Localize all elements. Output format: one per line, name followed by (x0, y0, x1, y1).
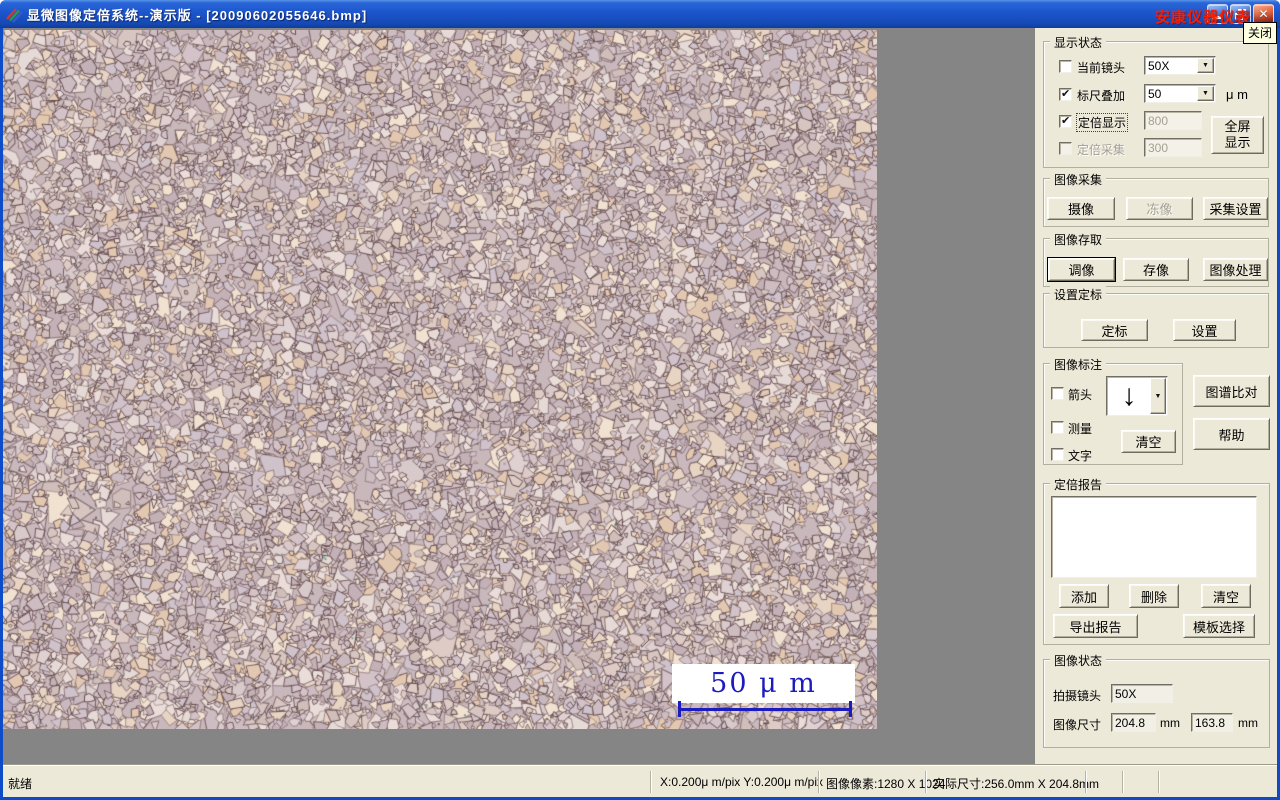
group-annotation: 图像标注 箭头 ↓ ▼ 测量 清空 文字 (1043, 356, 1183, 465)
calibration-set-button[interactable]: 设置 (1173, 319, 1236, 341)
fixed-capture-checkbox (1059, 142, 1072, 155)
group-title: 定倍报告 (1050, 476, 1107, 493)
chevron-down-icon[interactable]: ▼ (1150, 378, 1166, 414)
scale-bar-label-box: 50 μ m (672, 664, 855, 703)
freeze-button: 冻像 (1126, 197, 1193, 220)
measure-annotation-checkbox[interactable] (1051, 421, 1064, 434)
group-title: 图像采集 (1050, 171, 1107, 188)
image-viewport: 50 μ m (3, 28, 1035, 765)
capture-settings-button[interactable]: 采集设置 (1203, 197, 1268, 220)
report-template-button[interactable]: 模板选择 (1183, 614, 1255, 638)
help-button[interactable]: 帮助 (1193, 418, 1270, 450)
group-title: 图像存取 (1050, 231, 1107, 248)
app-window: 显微图像定倍系统--演示版 - [20090602055646.bmp] ✕ 安… (0, 0, 1280, 800)
report-delete-button[interactable]: 删除 (1129, 584, 1179, 608)
control-panel: 显示状态 当前镜头 50X ▼ 标尺叠加 50 ▼ μ m 定倍显示 800 定… (1035, 28, 1277, 765)
title-bar[interactable]: 显微图像定倍系统--演示版 - [20090602055646.bmp] ✕ (0, 0, 1280, 28)
group-title: 图像标注 (1050, 356, 1107, 373)
window-title: 显微图像定倍系统--演示版 - [20090602055646.bmp] (27, 7, 368, 23)
app-icon (6, 8, 23, 23)
close-tooltip: 关闭 (1243, 22, 1278, 44)
save-image-button[interactable]: 存像 (1123, 258, 1189, 281)
status-actual-size: 实际尺寸:256.0mm X 204.8mm (933, 777, 1100, 791)
group-display-status: 显示状态 当前镜头 50X ▼ 标尺叠加 50 ▼ μ m 定倍显示 800 定… (1043, 34, 1269, 168)
group-title: 设置定标 (1050, 286, 1107, 303)
chevron-down-icon[interactable]: ▼ (1197, 86, 1214, 101)
height-unit-label: mm (1238, 716, 1258, 730)
ruler-overlay-label[interactable]: 标尺叠加 (1077, 87, 1125, 104)
current-lens-checkbox[interactable] (1059, 60, 1072, 73)
lens-label: 拍摄镜头 (1053, 689, 1102, 703)
shoot-button[interactable]: 摄像 (1047, 197, 1115, 220)
load-image-button[interactable]: 调像 (1048, 258, 1115, 281)
fixed-display-input: 800 (1144, 111, 1202, 130)
close-button[interactable]: ✕ (1253, 4, 1274, 24)
close-icon: ✕ (1258, 7, 1269, 21)
fixed-display-checkbox[interactable] (1059, 114, 1072, 128)
minimize-button[interactable] (1207, 4, 1228, 24)
width-unit-label: mm (1160, 716, 1180, 730)
report-clear-button[interactable]: 清空 (1201, 584, 1251, 608)
status-ready: 就绪 (8, 777, 33, 791)
image-width-field[interactable]: 204.8 (1111, 713, 1156, 732)
status-image-pixels: 图像像素:1280 X 1024 (826, 777, 946, 791)
scale-bar-line (679, 708, 852, 711)
group-report: 定倍报告 添加 删除 清空 导出报告 模板选择 (1043, 476, 1270, 645)
fixed-display-label[interactable]: 定倍显示 (1075, 113, 1129, 132)
calibrate-button[interactable]: 定标 (1081, 319, 1148, 341)
ruler-value-combobox[interactable]: 50 ▼ (1144, 84, 1216, 103)
group-title: 显示状态 (1050, 34, 1107, 51)
ruler-overlay-checkbox[interactable] (1059, 87, 1072, 101)
fullscreen-button[interactable]: 全屏 显示 (1211, 116, 1264, 154)
status-pixel-scale: X:0.200μ m/pix Y:0.200μ m/pix (660, 775, 824, 789)
arrow-annotation-checkbox[interactable] (1051, 387, 1064, 400)
scale-bar-label: 50 μ m (710, 668, 817, 699)
image-height-field[interactable]: 163.8 (1191, 713, 1233, 732)
fixed-capture-input: 300 (1144, 138, 1202, 157)
fixed-capture-label: 定倍采集 (1077, 143, 1126, 157)
report-listbox[interactable] (1051, 496, 1257, 578)
clear-annotation-button[interactable]: 清空 (1121, 430, 1176, 453)
text-annotation-checkbox[interactable] (1051, 448, 1064, 461)
group-title: 图像状态 (1050, 652, 1107, 669)
group-capture: 图像采集 摄像 冻像 采集设置 (1043, 171, 1269, 227)
group-calibration: 设置定标 定标 设置 (1043, 286, 1269, 348)
restore-button[interactable] (1230, 4, 1251, 24)
group-image-status: 图像状态 拍摄镜头 50X 图像尺寸 204.8 mm 163.8 mm (1043, 652, 1270, 748)
report-export-button[interactable]: 导出报告 (1053, 614, 1138, 638)
lens-value-field[interactable]: 50X (1111, 684, 1173, 703)
arrow-style-icon: ↓ (1121, 379, 1137, 412)
status-bar: 就绪 X:0.200μ m/pix Y:0.200μ m/pix 图像像素:12… (3, 764, 1277, 797)
text-annotation-label[interactable]: 文字 (1068, 447, 1092, 464)
atlas-compare-button[interactable]: 图谱比对 (1193, 375, 1270, 407)
chevron-down-icon[interactable]: ▼ (1197, 58, 1214, 73)
current-lens-label[interactable]: 当前镜头 (1077, 59, 1125, 76)
report-add-button[interactable]: 添加 (1059, 584, 1109, 608)
image-size-label: 图像尺寸 (1053, 718, 1102, 732)
arrow-style-combobox[interactable]: ↓ ▼ (1106, 376, 1168, 416)
current-lens-combobox[interactable]: 50X ▼ (1144, 56, 1216, 75)
image-process-button[interactable]: 图像处理 (1203, 258, 1268, 281)
arrow-annotation-label[interactable]: 箭头 (1068, 386, 1092, 403)
group-storage: 图像存取 调像 存像 图像处理 (1043, 231, 1269, 287)
measure-annotation-label[interactable]: 测量 (1068, 420, 1092, 437)
ruler-unit-label: μ m (1226, 87, 1248, 102)
micrograph-image[interactable] (3, 30, 877, 729)
minimize-icon (1212, 16, 1221, 19)
